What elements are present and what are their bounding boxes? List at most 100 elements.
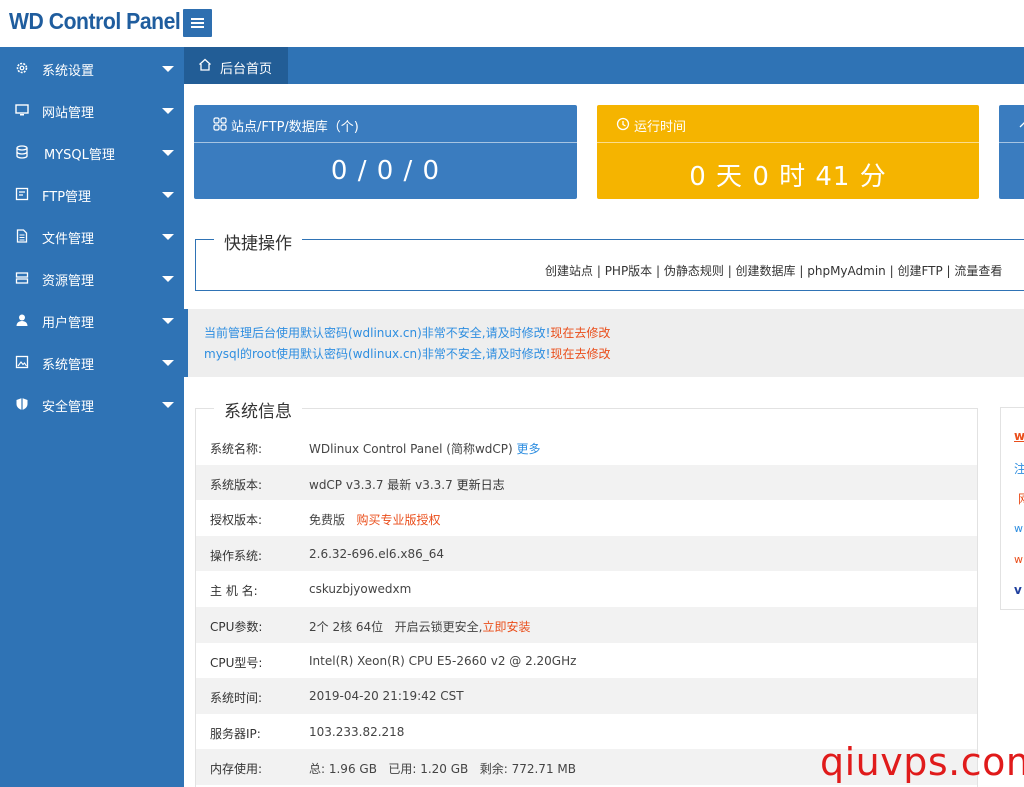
info-row-system-name: 系统名称: WDlinux Control Panel (简称wdCP) 更多	[196, 429, 977, 465]
sidebar-item-label: 系统管理	[42, 358, 95, 373]
link-create-ftp[interactable]: 创建FTP	[897, 264, 942, 278]
shield-icon	[16, 398, 28, 410]
info-key: 系统版本:	[210, 477, 263, 492]
card-title: 站点/FTP/数据库（个)	[231, 120, 359, 135]
info-key: CPU型号:	[210, 655, 263, 670]
card-header: 运行时间	[597, 105, 979, 143]
sidebar-item-label: 资源管理	[42, 274, 95, 289]
chevron-down-icon	[162, 360, 174, 366]
chevron-down-icon	[162, 276, 174, 282]
sidebar-item-label: FTP管理	[42, 190, 92, 205]
stat-card-uptime: 运行时间 0 天 0 时 41 分	[597, 105, 979, 199]
fix-now-link[interactable]: 现在去修改	[550, 326, 610, 340]
alert-line-mysql: mysql的root使用默认密码(wdlinux.cn)非常不安全,请及时修改!…	[204, 345, 611, 362]
sidebar-item-files[interactable]: 文件管理	[0, 215, 184, 257]
more-link[interactable]: 更多	[517, 442, 541, 456]
link-create-database[interactable]: 创建数据库	[736, 264, 796, 278]
buy-license-link[interactable]: 购买专业版授权	[356, 513, 440, 527]
card-value: 0 天 0 时 41 分	[689, 162, 887, 192]
sidebar-item-label: 系统设置	[42, 64, 95, 79]
chevron-down-icon	[162, 150, 174, 156]
link-php-version[interactable]: PHP版本	[605, 264, 653, 278]
install-now-link[interactable]: 立即安装	[482, 620, 530, 634]
chevron-down-icon	[162, 234, 174, 240]
fix-now-link[interactable]: 现在去修改	[550, 347, 610, 361]
sidebar-item-resources[interactable]: 资源管理	[0, 257, 184, 299]
chevron-down-icon	[162, 402, 174, 408]
info-value: 2019-04-20 21:19:42 CST	[309, 689, 464, 704]
info-value: WDlinux Control Panel (简称wdCP)	[309, 442, 513, 456]
info-key: 系统时间:	[210, 691, 263, 706]
info-row-cpu: CPU参数: 2个 2核 64位 开启云锁更安全,立即安装	[196, 606, 977, 643]
gear-icon	[16, 62, 28, 74]
link-traffic[interactable]: 流量查看	[954, 264, 1002, 278]
app-logo[interactable]: WD Control Panel	[9, 8, 181, 35]
info-value: 103.233.82.218	[309, 724, 405, 739]
database-icon	[16, 145, 28, 159]
sidebar-item-ftp[interactable]: FTP管理	[0, 173, 184, 215]
top-header: WD Control Panel	[0, 0, 1024, 47]
sidebar-item-system-settings[interactable]: 系统设置	[0, 47, 184, 89]
stat-card-sites: 站点/FTP/数据库（个) 0 / 0 / 0	[194, 105, 577, 199]
user-icon	[16, 314, 28, 326]
image-icon	[15, 355, 29, 369]
alert-message: mysql的root使用默认密码(wdlinux.cn)非常不安全,请及时修改!	[204, 347, 551, 361]
link-rewrite-rules[interactable]: 伪静态规则	[664, 264, 724, 278]
news-link[interactable]: w	[1014, 522, 1023, 535]
quick-actions: 快捷操作 创建站点 | PHP版本 | 伪静态规则 | 创建数据库 | phpM…	[195, 229, 1024, 291]
chevron-down-icon	[162, 192, 174, 198]
card-header	[999, 105, 1024, 143]
sidebar-item-mysql[interactable]: MYSQL管理	[0, 131, 184, 173]
hamburger-icon[interactable]	[183, 9, 212, 37]
info-value: 总: 1.96 GB 已用: 1.20 GB 剩余: 772.71 MB	[309, 762, 576, 777]
news-link[interactable]: 注	[1014, 460, 1024, 477]
sidebar-item-users[interactable]: 用户管理	[0, 299, 184, 341]
info-key: CPU参数:	[210, 619, 263, 634]
changelog-link[interactable]: 更新日志	[457, 478, 505, 492]
watermark: qiuvps.com	[820, 740, 1024, 784]
info-value: 2个 2核 64位 开启云锁更安全,	[309, 619, 483, 634]
info-row-time: 系统时间: 2019-04-20 21:19:42 CST	[196, 678, 977, 714]
news-link[interactable]: w	[1014, 553, 1023, 566]
info-key: 操作系统:	[210, 548, 263, 563]
card-value: 0 / 0 / 0	[330, 156, 441, 186]
chevron-down-icon	[162, 66, 174, 72]
info-key: 系统名称:	[210, 442, 263, 456]
clock-icon	[616, 117, 630, 131]
chart-icon	[1019, 122, 1024, 128]
news-panel: w 注 网 w w v	[1000, 407, 1024, 610]
news-link[interactable]: 网	[1018, 490, 1024, 507]
news-link[interactable]: w	[1014, 429, 1024, 443]
alert-line-admin: 当前管理后台使用默认密码(wdlinux.cn)非常不安全,请及时修改!现在去修…	[204, 324, 610, 341]
sidebar: 系统设置 网站管理 MYSQL管理 FTP管理 文件管理 资源管理 用户管理 系…	[0, 47, 184, 787]
info-key: 授权版本:	[210, 513, 263, 528]
card-header: 站点/FTP/数据库（个)	[194, 105, 577, 143]
server-icon	[15, 272, 29, 284]
sidebar-item-label: 文件管理	[42, 232, 95, 247]
chevron-down-icon	[162, 108, 174, 114]
sidebar-item-label: MYSQL管理	[44, 148, 115, 163]
grid-icon	[213, 117, 227, 131]
quick-links: 创建站点 | PHP版本 | 伪静态规则 | 创建数据库 | phpMyAdmi…	[545, 264, 1003, 278]
info-row-hostname: 主 机 名: cskuzbjyowedxm	[196, 571, 977, 607]
monitor-icon	[15, 104, 29, 116]
info-value: wdCP v3.3.7 最新 v3.3.7	[309, 477, 453, 492]
link-phpmyadmin[interactable]: phpMyAdmin	[807, 264, 886, 278]
info-key: 服务器IP:	[210, 726, 261, 741]
info-row-cpu-model: CPU型号: Intel(R) Xeon(R) CPU E5-2660 v2 @…	[196, 643, 977, 679]
sidebar-item-security[interactable]: 安全管理	[0, 383, 184, 425]
info-value: 免费版	[309, 513, 346, 528]
news-link[interactable]: v	[1014, 583, 1022, 597]
info-key: 主 机 名:	[210, 584, 258, 599]
sidebar-item-website[interactable]: 网站管理	[0, 89, 184, 131]
sidebar-item-label: 用户管理	[42, 316, 95, 331]
link-create-site[interactable]: 创建站点	[545, 264, 593, 278]
tab-home-label: 后台首页	[220, 62, 273, 77]
info-row-license: 授权版本: 免费版 购买专业版授权	[196, 500, 977, 536]
sidebar-item-system-manage[interactable]: 系统管理	[0, 341, 184, 383]
alert-message: 当前管理后台使用默认密码(wdlinux.cn)非常不安全,请及时修改!	[204, 326, 551, 340]
info-key: 内存使用:	[210, 762, 263, 777]
tab-home[interactable]: 后台首页	[184, 47, 288, 84]
info-value: 2.6.32-696.el6.x86_64	[309, 546, 445, 561]
file-icon	[16, 229, 28, 243]
